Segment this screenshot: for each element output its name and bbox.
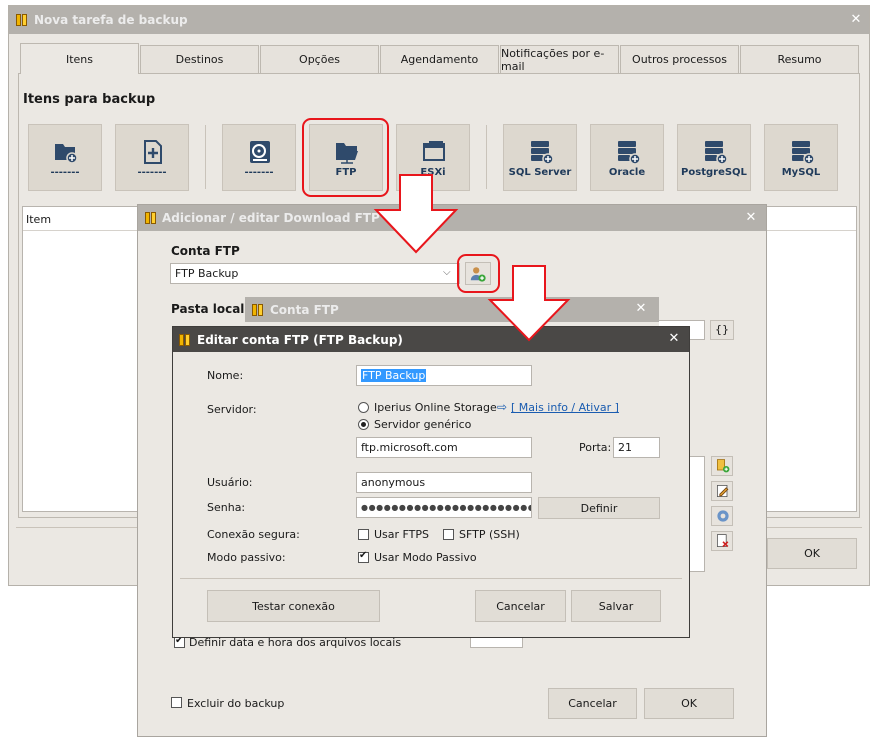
annotation-arrows xyxy=(373,174,571,342)
tab-itens[interactable]: Itens xyxy=(20,43,139,74)
arrow-down-icon xyxy=(487,265,571,342)
arrow-down-icon xyxy=(373,174,459,254)
tab-label: Itens xyxy=(65,52,94,66)
